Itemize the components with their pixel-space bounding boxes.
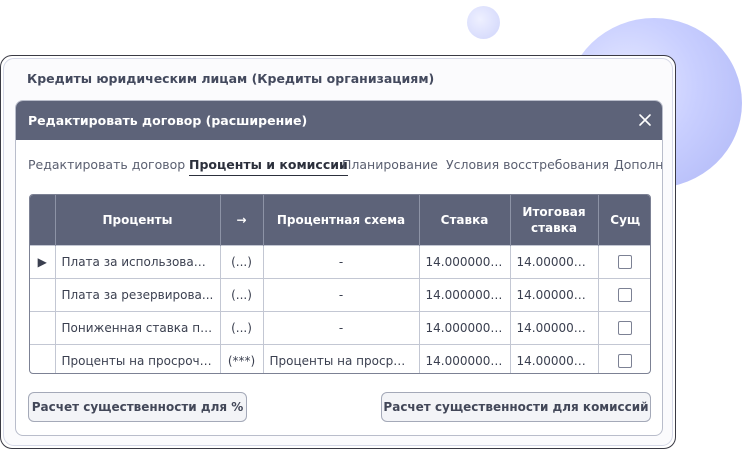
row-marker (30, 311, 56, 345)
cell-rate[interactable]: 14.00000000 (419, 344, 511, 373)
tab-additional[interactable]: Дополн (614, 157, 662, 172)
table-row[interactable]: Плата за резервирова... (...) - 14.00000… (30, 278, 650, 312)
column-header-interest[interactable]: Проценты (55, 195, 221, 246)
cell-material (598, 278, 650, 312)
cell-scheme[interactable]: - (263, 245, 420, 279)
interest-table: Проценты → Процентная схема Ставка Итого… (29, 194, 651, 374)
cell-interest[interactable]: Плата за использование (55, 245, 221, 279)
cell-total-rate[interactable]: 14.00000000 (510, 245, 599, 279)
tab-bar: Редактировать договор Проценты и комисси… (28, 157, 662, 179)
calc-percent-button[interactable]: Расчет существенности для % (28, 392, 247, 422)
cell-interest[interactable]: Проценты на просроче... (55, 344, 221, 373)
cell-rate[interactable]: 14.00000000 (419, 311, 511, 345)
cell-material (598, 245, 650, 279)
cell-interest[interactable]: Плата за резервирова... (55, 278, 221, 312)
cell-scheme[interactable]: - (263, 278, 420, 312)
edit-contract-dialog: Редактировать договор (расширение) Редак… (15, 100, 663, 436)
column-header-rate[interactable]: Ставка (419, 195, 511, 246)
cell-rate[interactable]: 14.00000000 (419, 245, 511, 279)
column-header-arrow[interactable]: → (220, 195, 264, 246)
material-checkbox[interactable] (618, 255, 633, 270)
cell-material (598, 311, 650, 345)
close-icon[interactable] (637, 112, 653, 128)
table-header-row: Проценты → Процентная схема Ставка Итого… (30, 195, 650, 246)
dialog-header: Редактировать договор (расширение) (16, 101, 662, 140)
row-marker: ▶ (30, 245, 56, 279)
table-row[interactable]: Пониженная ставка пр... (...) - 14.00000… (30, 311, 650, 345)
cell-scheme[interactable]: - (263, 311, 420, 345)
row-marker (30, 344, 56, 373)
cell-rate[interactable]: 14.00000000 (419, 278, 511, 312)
column-header-material[interactable]: Сущ (598, 195, 650, 246)
cell-total-rate[interactable]: 14.00000000 (510, 278, 599, 312)
window-title: Кредиты юридическим лицам (Кредиты орган… (27, 71, 435, 86)
row-marker (30, 278, 56, 312)
column-header-total-rate[interactable]: Итоговая ставка (510, 195, 599, 246)
cell-interest[interactable]: Пониженная ставка пр... (55, 311, 221, 345)
dialog-title: Редактировать договор (расширение) (28, 113, 308, 128)
cell-scheme[interactable]: Проценты на просроч... (263, 344, 420, 373)
material-checkbox[interactable] (618, 288, 633, 303)
table-row[interactable]: Проценты на просроче... (***) Проценты н… (30, 344, 650, 373)
material-checkbox[interactable] (618, 321, 633, 336)
tab-demand-conditions[interactable]: Условия восстребования (446, 157, 609, 172)
decor-bubble-small (467, 6, 500, 39)
tab-interest-commissions[interactable]: Проценты и комиссии (189, 157, 348, 176)
cell-flag[interactable]: (...) (220, 278, 264, 312)
cell-flag[interactable]: (...) (220, 311, 264, 345)
cell-flag[interactable]: (...) (220, 245, 264, 279)
table-row[interactable]: ▶ Плата за использование (...) - 14.0000… (30, 245, 650, 279)
tab-edit-contract[interactable]: Редактировать договор (28, 157, 185, 172)
cell-total-rate[interactable]: 14.00000000 (510, 344, 599, 373)
cell-total-rate[interactable]: 14.00000000 (510, 311, 599, 345)
column-header-marker (30, 195, 56, 246)
cell-flag[interactable]: (***) (220, 344, 264, 373)
calc-commission-button[interactable]: Расчет существенности для комиссий (381, 392, 651, 422)
tab-planning[interactable]: Планирование (342, 157, 438, 172)
column-header-scheme[interactable]: Процентная схема (263, 195, 420, 246)
cell-material (598, 344, 650, 373)
material-checkbox[interactable] (618, 354, 633, 369)
